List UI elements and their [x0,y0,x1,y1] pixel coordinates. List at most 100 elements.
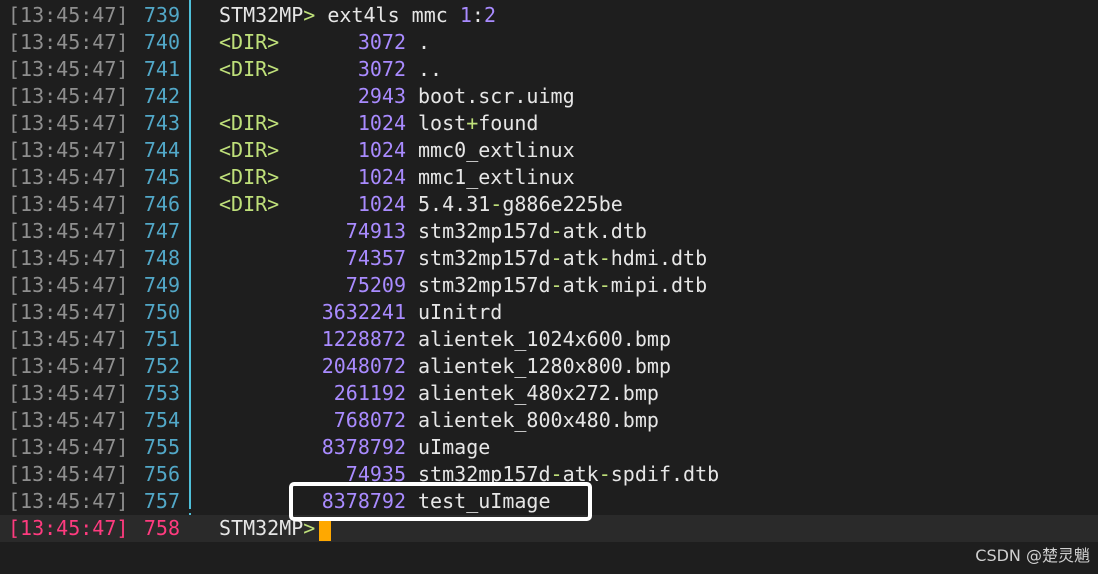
file-name: alientek_1024x600.bmp [418,327,671,351]
line-number: 752 [143,354,180,378]
file-size: 1024 [357,111,406,135]
timestamp: [13:45:47] [8,435,129,459]
listing-row: [13:45:47] 746 <DIR> 1024 5.4.31-g886e225be [0,191,1098,218]
listing-row: [13:45:47] 750 3632241 uInitrd [0,299,1098,326]
timestamp: [13:45:47] [8,138,129,162]
line-number: 755 [143,435,180,459]
line-number: 750 [143,300,180,324]
listing-row: [13:45:47] 742 2943 boot.scr.uimg [0,83,1098,110]
file-size: 2943 [357,84,406,108]
timestamp: [13:45:47] [8,408,129,432]
file-size: 3632241 [321,300,406,324]
command-arg-colon: : [471,3,484,27]
file-size: 1024 [357,165,406,189]
file-name: mmc1_extlinux [418,165,575,189]
file-size: 75209 [345,273,406,297]
command-text: ext4ls mmc [315,3,460,27]
line-number: 749 [143,273,180,297]
file-size: 2048072 [321,354,406,378]
timestamp: [13:45:47] [8,84,129,108]
dir-tag: <DIR> [219,192,280,216]
file-name: stm32mp157d-atk-mipi.dtb [418,273,708,297]
listing-row: [13:45:47] 751 1228872 alientek_1024x600.bm… [0,326,1098,353]
file-size: 3072 [357,57,406,81]
file-name: stm32mp157d-atk-hdmi.dtb [418,246,708,270]
directory-listing: [13:45:47] 740 <DIR> 3072. [13:45:47] 741 <DIR… [0,29,1098,515]
file-name: uImage [418,435,491,459]
listing-row: [13:45:47] 741 <DIR> 3072.. [0,56,1098,83]
listing-row: [13:45:47] 752 2048072 alientek_1280x800.bm… [0,353,1098,380]
timestamp: [13:45:47] [8,273,129,297]
timestamp: [13:45:47] [8,219,129,243]
dir-tag: <DIR> [219,138,280,162]
command-line: [13:45:47] 739 STM32MP> ext4ls mmc 1:2 [0,2,1098,29]
file-size: 74913 [345,219,406,243]
listing-row: [13:45:47] 745 <DIR> 1024 mmc1_extlinux [0,164,1098,191]
listing-row: [13:45:47] 747 74913 stm32mp157d-atk.dtb [0,218,1098,245]
dir-tag: <DIR> [219,111,280,135]
listing-row: [13:45:47] 740 <DIR> 3072. [0,29,1098,56]
timestamp: [13:45:47] [8,300,129,324]
line-number: 756 [143,462,180,486]
timestamp: [13:45:47] [8,165,129,189]
file-size: 768072 [333,408,406,432]
file-size: 1024 [357,138,406,162]
file-name: alientek_800x480.bmp [418,408,659,432]
line-number: 753 [143,381,180,405]
timestamp: [13:45:47] [8,246,129,270]
highlight-box [289,482,592,521]
terminal-window[interactable]: [13:45:47] 739 STM32MP> ext4ls mmc 1:2 [… [0,0,1098,574]
line-number: 745 [143,165,180,189]
listing-row: [13:45:47] 749 75209 stm32mp157d-atk-mipi.d… [0,272,1098,299]
listing-row: [13:45:47] 748 74357 stm32mp157d-atk-hdmi.d… [0,245,1098,272]
line-number: 751 [143,327,180,351]
prompt-symbol: > [303,3,316,27]
file-size: 261192 [333,381,406,405]
timestamp: [13:45:47] [8,3,129,27]
line-number: 757 [143,489,180,513]
file-name: uInitrd [418,300,503,324]
line-number: 743 [143,111,180,135]
timestamp: [13:45:47] [8,489,129,513]
file-size: 3072 [357,30,406,54]
dir-tag: <DIR> [219,165,280,189]
file-name: stm32mp157d-atk.dtb [418,219,647,243]
line-number: 740 [143,30,180,54]
line-number: 748 [143,246,180,270]
dir-tag: <DIR> [219,30,280,54]
prompt-text: STM32MP [219,3,304,27]
listing-row: [13:45:47] 743 <DIR> 1024 lost+found [0,110,1098,137]
line-number: 747 [143,219,180,243]
line-number: 758 [143,516,180,540]
file-name: . [418,30,431,54]
file-size: 1024 [357,192,406,216]
listing-row: [13:45:47] 754 768072 alientek_800x480.bmp [0,407,1098,434]
listing-row: [13:45:47] 744 <DIR> 1024 mmc0_extlinux [0,137,1098,164]
command-arg-device: 1 [459,3,472,27]
timestamp: [13:45:47] [8,516,129,540]
timestamp: [13:45:47] [8,57,129,81]
terminal-lines: [13:45:47] 739 STM32MP> ext4ls mmc 1:2 [… [0,2,1098,542]
file-name: alientek_1280x800.bmp [418,354,671,378]
file-name: mmc0_extlinux [418,138,575,162]
file-size: 8378792 [321,435,406,459]
timestamp: [13:45:47] [8,192,129,216]
file-size: 1228872 [321,327,406,351]
line-number: 744 [143,138,180,162]
file-name: boot.scr.uimg [418,84,575,108]
listing-row: [13:45:47] 755 8378792 uImage [0,434,1098,461]
file-name: 5.4.31-g886e225be [418,192,623,216]
line-number: 746 [143,192,180,216]
line-number: 741 [143,57,180,81]
listing-row: [13:45:47] 753 261192 alientek_480x272.bmp [0,380,1098,407]
watermark: CSDN @楚灵魈 [975,546,1090,565]
line-number: 739 [143,3,180,27]
command-content: STM32MP> ext4ls mmc 1:2 [219,2,496,29]
timestamp: [13:45:47] [8,354,129,378]
timestamp: [13:45:47] [8,462,129,486]
file-name: lost+found [418,111,539,135]
dir-tag: <DIR> [219,57,280,81]
line-number: 754 [143,408,180,432]
file-size: 74357 [345,246,406,270]
timestamp: [13:45:47] [8,30,129,54]
